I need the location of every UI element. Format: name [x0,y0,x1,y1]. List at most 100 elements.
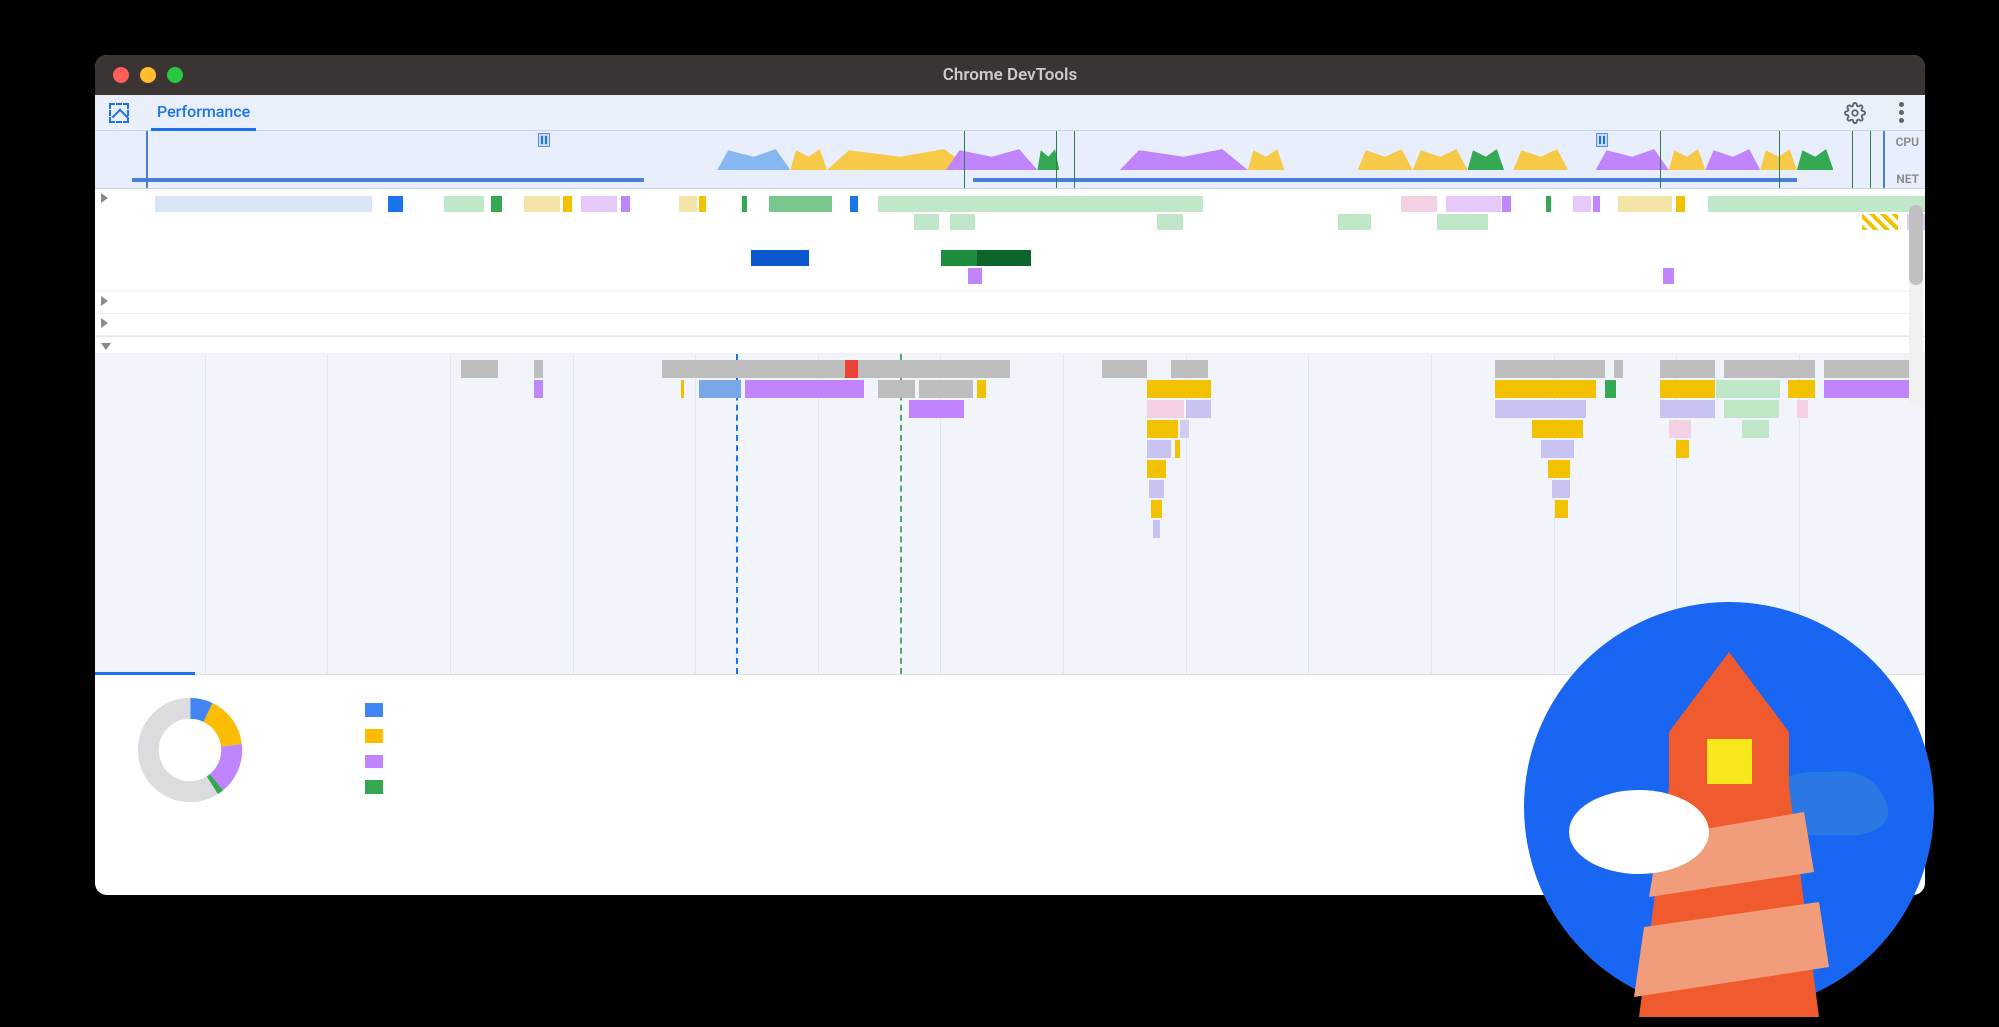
flame-bar[interactable] [1541,440,1574,458]
flame-bar[interactable] [1724,360,1816,378]
flame-bar[interactable] [1532,420,1583,438]
network-bar[interactable] [1708,196,1925,212]
network-bar[interactable] [679,196,697,212]
titlebar: Chrome DevTools [95,55,1925,95]
close-icon[interactable] [113,67,129,83]
flame-bar[interactable] [1824,360,1916,378]
network-bar[interactable] [751,250,809,266]
main-thread-track[interactable] [95,336,1925,354]
network-bar[interactable] [563,196,572,212]
network-bar[interactable] [1401,196,1437,212]
flame-bar[interactable] [977,380,986,398]
network-bar[interactable] [581,196,617,212]
network-bar[interactable] [769,196,832,212]
flame-bar[interactable] [919,380,974,398]
flame-bar[interactable] [662,360,863,378]
flame-bar[interactable] [1175,440,1180,458]
flame-bar[interactable] [1716,380,1780,398]
flame-bar[interactable] [1660,400,1715,418]
flame-bar[interactable] [1153,520,1160,538]
flame-bar[interactable] [1151,500,1162,518]
network-bar[interactable] [1573,196,1591,212]
flame-bar[interactable] [681,380,685,398]
network-bar[interactable] [388,196,402,212]
flame-bar[interactable] [1495,360,1605,378]
element-select-icon[interactable] [105,99,133,127]
chevron-down-icon[interactable] [101,343,111,350]
network-bar[interactable] [1502,196,1511,212]
flame-bar[interactable] [1552,480,1570,498]
network-bar[interactable] [742,196,747,212]
flame-bar[interactable] [1676,440,1689,458]
more-menu-icon[interactable] [1887,99,1915,127]
network-bar[interactable] [914,214,939,230]
flame-bar[interactable] [745,380,864,398]
network-bar[interactable] [1676,196,1685,212]
summary-donut-chart [135,695,245,805]
flame-bar[interactable] [534,360,543,378]
flame-bar[interactable] [1605,380,1616,398]
network-bar[interactable] [1618,196,1672,212]
network-bar[interactable] [1546,196,1551,212]
timeline-overview[interactable]: CPU NET [95,131,1925,189]
network-bar[interactable] [1437,214,1488,230]
flame-bar[interactable] [699,380,741,398]
flame-bar[interactable] [1147,380,1211,398]
flame-bar[interactable] [1660,380,1715,398]
flame-bar[interactable] [1797,400,1808,418]
network-bar[interactable] [950,214,975,230]
flame-bar[interactable] [1555,500,1568,518]
settings-icon[interactable] [1841,99,1869,127]
network-bar[interactable] [621,196,630,212]
flame-bar[interactable] [1742,420,1769,438]
flame-bar[interactable] [1171,360,1208,378]
network-bar[interactable] [878,196,1203,212]
flame-bar[interactable] [845,360,858,378]
flame-bar[interactable] [1614,360,1623,378]
minimize-icon[interactable] [140,67,156,83]
flame-bar[interactable] [1186,400,1212,418]
flame-bar[interactable] [1149,480,1164,498]
network-bar[interactable] [155,196,372,212]
network-bar[interactable] [1446,196,1500,212]
network-tracks[interactable] [95,189,1925,336]
network-bar[interactable] [1593,196,1600,212]
flame-bar[interactable] [1102,360,1148,378]
network-bar[interactable] [1663,268,1674,284]
network-bar[interactable] [1862,214,1898,230]
flame-bar[interactable] [1824,380,1916,398]
flame-bar[interactable] [1495,400,1587,418]
flame-bar[interactable] [1147,400,1184,418]
chevron-right-icon[interactable] [101,193,108,203]
network-bar[interactable] [941,250,977,266]
flame-bar[interactable] [1147,440,1171,458]
network-bar[interactable] [699,196,706,212]
network-bar[interactable] [850,196,857,212]
network-bar[interactable] [444,196,484,212]
network-bar[interactable] [1157,214,1182,230]
flame-bar[interactable] [1548,460,1570,478]
flame-bar[interactable] [1495,380,1596,398]
scrollbar[interactable] [1909,205,1923,405]
flame-bar[interactable] [1669,420,1691,438]
flame-bar[interactable] [461,360,498,378]
flame-bar[interactable] [1660,360,1715,378]
flame-bar[interactable] [1788,380,1815,398]
network-bar[interactable] [977,250,1031,266]
network-bar[interactable] [524,196,560,212]
zoom-icon[interactable] [167,67,183,83]
flame-bar[interactable] [864,360,1010,378]
flame-bar[interactable] [1147,420,1178,438]
flame-bar[interactable] [1147,460,1165,478]
tab-performance[interactable]: Performance [151,95,256,131]
flame-bar[interactable] [534,380,543,398]
flame-bar[interactable] [909,400,964,418]
network-bar[interactable] [1338,214,1371,230]
network-bar[interactable] [491,196,502,212]
flame-bar[interactable] [878,380,915,398]
network-bar[interactable] [968,268,982,284]
flame-bar[interactable] [1724,400,1779,418]
chevron-right-icon[interactable] [101,318,108,328]
flame-bar[interactable] [1180,420,1189,438]
chevron-right-icon[interactable] [101,296,108,306]
